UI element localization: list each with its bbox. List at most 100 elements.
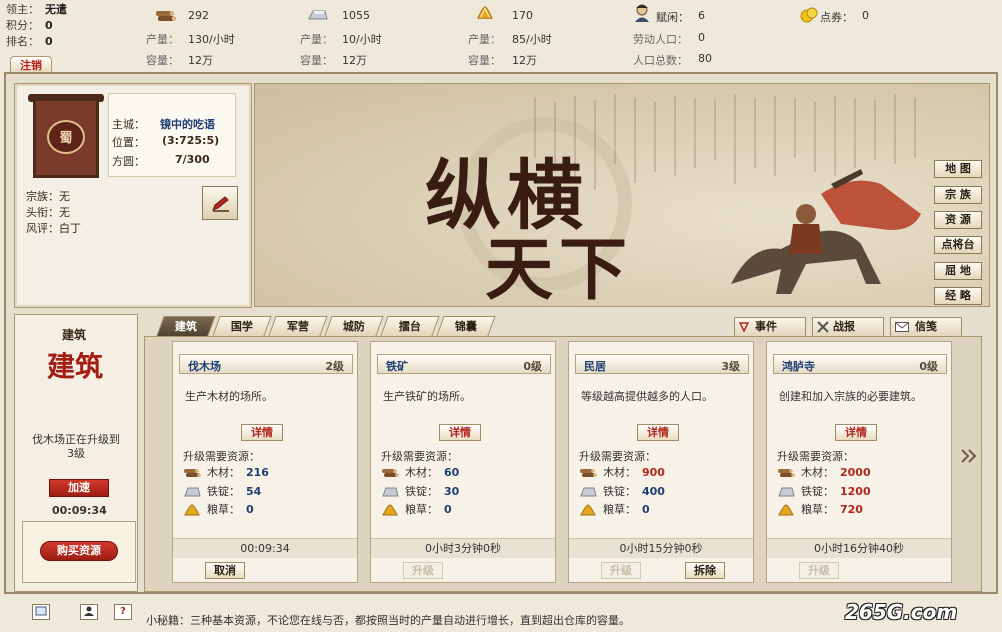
reputation-label: 风评： <box>26 222 59 235</box>
iron-req-value: 54 <box>246 485 262 498</box>
tab-barracks-label: 军营 <box>286 320 309 333</box>
strategy-button[interactable]: 经 略 <box>934 287 982 305</box>
title-value: 无 <box>59 206 70 219</box>
general-platform-button[interactable]: 点将台 <box>934 236 982 254</box>
details-button[interactable]: 详情 <box>241 424 283 441</box>
help-icon[interactable]: ? <box>114 604 132 620</box>
iron-ingot-icon <box>778 487 795 497</box>
resources-button[interactable]: 资 源 <box>934 211 982 229</box>
card-header: 铁矿 0级 <box>377 354 551 374</box>
faction-seal: 蜀 <box>47 120 85 154</box>
points-label: 积分： <box>6 19 39 32</box>
wood-req-label: 木材： <box>405 466 438 479</box>
iron-requirement: 铁锭： 54 <box>183 483 261 499</box>
wood-icon <box>382 469 399 477</box>
edit-profile-button[interactable] <box>202 186 238 220</box>
iron-requirement: 铁锭： 400 <box>579 483 665 499</box>
building-card: 鸿胪寺 0级 创建和加入宗族的必要建筑。 详情 升级需要资源： 木材： 2000 铁锭： 120… <box>766 341 952 583</box>
requirements-title: 升级需要资源： <box>183 450 260 463</box>
tab-letters[interactable]: 信笺 <box>890 317 962 336</box>
tab-battle-reports[interactable]: 战报 <box>812 317 884 336</box>
wood-cap: 12万 <box>188 54 213 67</box>
building-name[interactable]: 铁矿 <box>386 358 408 374</box>
building-name[interactable]: 伐木场 <box>188 358 221 374</box>
grain-icon <box>184 504 200 516</box>
build-time: 0小时15分钟0秒 <box>569 538 753 558</box>
tab-academy[interactable]: 国学 <box>212 316 272 336</box>
labor-label: 劳动人口： <box>633 33 688 46</box>
idle-value: 6 <box>698 9 705 22</box>
iron-cap-label: 容量： <box>300 54 333 67</box>
iron-req-value: 30 <box>444 485 460 498</box>
iron-req-label: 铁锭： <box>801 485 834 498</box>
city-value[interactable]: 镜中的吃语 <box>160 118 215 131</box>
grain-req-label: 粮草： <box>801 503 834 516</box>
tab-arena[interactable]: 擂台 <box>380 316 440 336</box>
next-page-icon[interactable] <box>960 448 978 464</box>
demolish-button[interactable]: 拆除 <box>685 562 725 579</box>
building-name[interactable]: 鸿胪寺 <box>782 358 815 374</box>
points-value: 0 <box>45 19 53 32</box>
map-button[interactable]: 地 图 <box>934 160 982 178</box>
details-button[interactable]: 详情 <box>835 424 877 441</box>
clan-value: 无 <box>59 190 70 203</box>
building-name[interactable]: 民居 <box>584 358 606 374</box>
wood-req-value: 60 <box>444 466 460 479</box>
build-timer: 00:09:34 <box>52 504 107 517</box>
speed-up-button[interactable]: 加速 <box>49 479 109 497</box>
area-label: 方圆： <box>112 155 145 168</box>
lord-value: 无遣 <box>45 3 67 16</box>
building-description: 等级越高提供越多的人口。 <box>581 390 713 403</box>
pen-icon <box>212 196 229 212</box>
grain-cap: 12万 <box>512 54 537 67</box>
tab-defense[interactable]: 城防 <box>324 316 384 336</box>
shortcut-button-2[interactable] <box>80 604 98 620</box>
iron-requirement: 铁锭： 1200 <box>777 483 871 499</box>
tab-buildings[interactable]: 建筑 <box>156 316 216 336</box>
grain-req-value: 720 <box>840 503 863 516</box>
tip-text: 小秘籍：三种基本资源，不论您在线与否，都按照当时的产量自动进行增长，直到超出仓库… <box>146 614 630 627</box>
rank-value: 0 <box>45 35 53 48</box>
wood-cap-label: 容量： <box>146 54 179 67</box>
building-description: 生产木材的场所。 <box>185 390 273 403</box>
wood-prod-label: 产量： <box>146 33 179 46</box>
shortcut-button-1[interactable] <box>32 604 50 620</box>
upgrade-button[interactable]: 升级 <box>403 562 443 579</box>
tab-tactics[interactable]: 锦囊 <box>436 316 496 336</box>
building-level: 3级 <box>721 360 740 373</box>
upgrade-button[interactable]: 升级 <box>601 562 641 579</box>
build-time: 0小时16分钟40秒 <box>767 538 951 558</box>
grain-cap-label: 容量： <box>468 54 501 67</box>
iron-ingot-icon <box>184 487 201 497</box>
tab-battle-reports-label: 战报 <box>833 320 855 333</box>
wood-req-label: 木材： <box>207 466 240 479</box>
city-value-wrap[interactable]: 镜中的吃语 <box>160 116 215 132</box>
details-button[interactable]: 详情 <box>637 424 679 441</box>
lord-row: 领主： 无遣 <box>6 1 67 17</box>
clan-button[interactable]: 宗 族 <box>934 186 982 204</box>
cavalry-illustration <box>731 169 921 294</box>
requirements-title: 升级需要资源： <box>381 450 458 463</box>
grain-icon <box>778 504 794 516</box>
title-row: 头衔：无 <box>26 204 70 220</box>
territory-button[interactable]: 屈 地 <box>934 262 982 280</box>
wood-prod: 130/小时 <box>188 33 235 46</box>
grain-req-label: 粮草： <box>207 503 240 516</box>
envelope-icon <box>895 322 909 332</box>
grain-prod-label: 产量： <box>468 33 501 46</box>
grain-icon <box>580 504 596 516</box>
grain-requirement: 粮草： 0 <box>579 501 650 517</box>
grain-icon <box>382 504 398 516</box>
tab-events[interactable]: 事件 <box>734 317 806 336</box>
upgrade-button[interactable]: 升级 <box>799 562 839 579</box>
crossed-swords-icon <box>817 321 829 333</box>
tab-barracks[interactable]: 军营 <box>268 316 328 336</box>
iron-req-label: 铁锭： <box>207 485 240 498</box>
cancel-button[interactable]: 取消 <box>205 562 245 579</box>
upgrade-status-level: 3级 <box>67 447 85 460</box>
details-button[interactable]: 详情 <box>439 424 481 441</box>
buy-resources-button[interactable]: 购买资源 <box>40 541 118 561</box>
wood-value: 292 <box>188 9 209 22</box>
wood-icon <box>778 469 795 477</box>
grain-value: 170 <box>512 9 533 22</box>
